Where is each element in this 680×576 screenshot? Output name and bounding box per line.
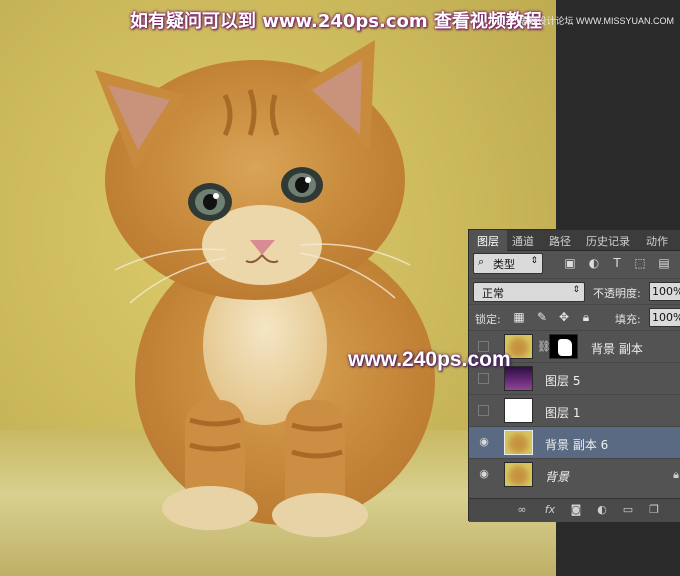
layer-thumbnail [504, 462, 533, 487]
adjustment-icon[interactable]: ◐ [595, 503, 609, 517]
layer-name: 背景 副本 6 [545, 438, 609, 452]
eye-icon[interactable]: ◉ [477, 467, 491, 481]
opacity-label: 不透明度: [593, 287, 641, 300]
fill-input[interactable]: 100% [649, 308, 680, 327]
lock-move-icon[interactable]: ✥ [557, 310, 571, 324]
opacity-input[interactable]: 100% [649, 282, 680, 301]
smart-object-filter-icon[interactable]: ▤ [657, 256, 671, 270]
lock-label: 锁定: [475, 313, 501, 326]
layer-row-bg-copy-6[interactable]: ◉ 背景 副本 6 [469, 426, 680, 459]
lock-icon: 🔒︎ [673, 468, 679, 481]
blend-mode-label: 正常 [482, 287, 504, 300]
top-banner: 如有疑问可以到 www.240ps.com 查看视频教程 思缘设计论坛 WWW.… [0, 4, 680, 32]
layers-panel: 图层 通道 路径 历史记录 动作 ⌕ 类型 ⇕ ▣ ◐ T ⬚ ▤ 正常 ⇕ 不… [468, 229, 680, 522]
layer-name: 图层 5 [545, 374, 581, 388]
visibility-toggle-off[interactable] [478, 373, 489, 384]
tab-paths[interactable]: 路径 [549, 233, 571, 249]
site-mark: 思缘设计论坛 WWW.MISSYUAN.COM [519, 16, 675, 26]
layers-bottom-bar: ∞ fx ◙ ◐ ▭ ❐ [469, 498, 680, 522]
folder-icon[interactable]: ▭ [621, 503, 635, 517]
watermark-text: www.240ps.com [348, 348, 511, 371]
chevron-updown-icon: ⇕ [572, 285, 580, 295]
search-icon: ⌕ [478, 255, 485, 268]
link-icon[interactable]: ∞ [515, 503, 529, 517]
filter-type-label: 类型 [493, 258, 515, 271]
new-layer-icon[interactable]: ❐ [647, 503, 661, 517]
tab-history[interactable]: 历史记录 [586, 233, 630, 249]
lock-row: 锁定: ▦ ✎ ✥ 🔒︎ 填充: 100% [469, 304, 680, 329]
panel-tabs: 图层 通道 路径 历史记录 动作 [469, 230, 680, 251]
fill-label: 填充: [615, 313, 641, 326]
mask-icon[interactable]: ◙ [569, 503, 583, 517]
tab-channels[interactable]: 通道 [512, 233, 534, 249]
banner-text: 如有疑问可以到 www.240ps.com 查看视频教程 [130, 11, 542, 32]
lock-brush-icon[interactable]: ✎ [535, 310, 549, 324]
filter-row: ⌕ 类型 ⇕ ▣ ◐ T ⬚ ▤ [469, 251, 680, 278]
blend-mode-select[interactable]: 正常 ⇕ [473, 282, 585, 302]
layer-row-background[interactable]: ◉ 背景 🔒︎ [469, 458, 680, 499]
layer-thumbnail [504, 398, 533, 423]
layer-name: 背景 副本 [591, 342, 643, 356]
fx-icon[interactable]: fx [543, 503, 557, 517]
pixel-filter-icon[interactable]: ▣ [563, 256, 577, 270]
visibility-toggle-off[interactable] [478, 405, 489, 416]
tab-layers[interactable]: 图层 [477, 233, 499, 249]
eye-icon[interactable]: ◉ [477, 435, 491, 449]
lock-all-icon[interactable]: 🔒︎ [579, 310, 593, 324]
layer-name: 图层 1 [545, 406, 581, 420]
blend-row: 正常 ⇕ 不透明度: 100% [469, 278, 680, 303]
lock-transparency-icon[interactable]: ▦ [512, 310, 526, 324]
filter-type-select[interactable]: ⌕ 类型 ⇕ [473, 253, 543, 274]
adjustment-filter-icon[interactable]: ◐ [587, 256, 601, 270]
layer-row-layer1[interactable]: 图层 1 [469, 394, 680, 427]
layer-mask-thumbnail[interactable] [549, 334, 578, 359]
layer-thumbnail [504, 430, 533, 455]
tab-actions[interactable]: 动作 [646, 233, 668, 249]
chevron-updown-icon: ⇕ [530, 256, 538, 266]
type-filter-icon[interactable]: T [610, 256, 624, 270]
layer-name: 背景 [545, 470, 570, 484]
shape-filter-icon[interactable]: ⬚ [633, 256, 647, 270]
